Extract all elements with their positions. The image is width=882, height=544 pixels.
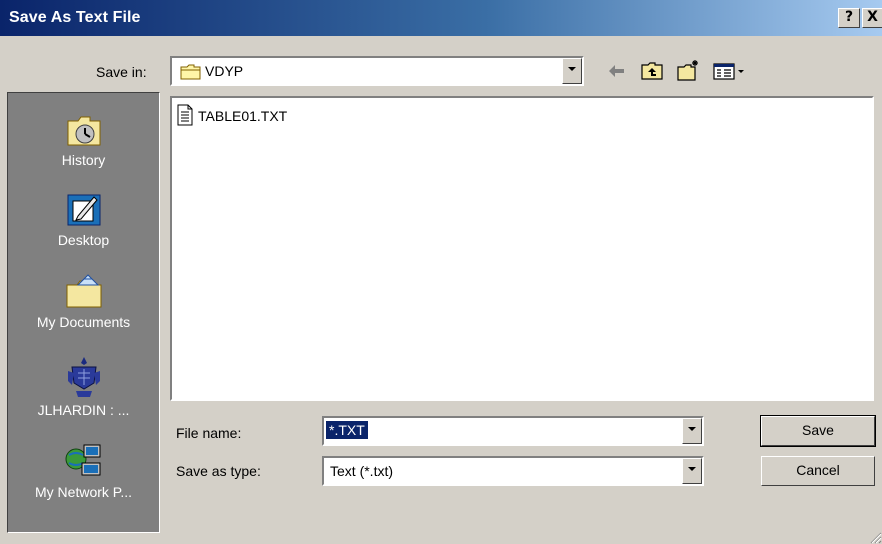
file-name-value[interactable]: *.TXT [325, 420, 369, 440]
folder-icon [180, 64, 201, 80]
save-as-type-dropdown-arrow[interactable] [682, 458, 702, 484]
place-computer[interactable]: JLHARDIN : ... [8, 355, 159, 418]
file-name-input[interactable]: *.TXT [322, 416, 704, 446]
create-new-folder-icon[interactable] [676, 58, 700, 84]
save-as-type-label: Save as type: [176, 463, 261, 479]
close-button[interactable]: X [862, 8, 882, 28]
up-one-level-icon[interactable] [640, 58, 664, 84]
network-places-icon [65, 444, 100, 476]
save-as-type-select[interactable]: Text (*.txt) [322, 456, 704, 486]
place-label: My Network P... [35, 484, 132, 500]
computer-crest-icon [67, 357, 100, 397]
place-history[interactable]: History [8, 111, 159, 168]
save-as-type-value: Text (*.txt) [330, 463, 394, 479]
title-bar[interactable]: Save As Text File ? X [0, 0, 882, 36]
place-label: My Documents [36, 314, 131, 330]
file-name: TABLE01.TXT [198, 108, 288, 124]
help-icon: ? [844, 9, 854, 25]
place-label: JLHARDIN : ... [37, 402, 130, 418]
save-button[interactable]: Save [760, 415, 876, 447]
place-label: History [61, 152, 106, 168]
place-label: Desktop [57, 232, 110, 248]
text-file-icon [177, 104, 193, 126]
resize-grip-icon[interactable] [868, 530, 882, 544]
file-list[interactable]: TABLE01.TXT [170, 96, 874, 401]
save-in-dropdown-arrow[interactable] [562, 58, 582, 84]
places-bar: History Desktop My Documents JLHARDIN : … [7, 92, 160, 533]
place-desktop[interactable]: Desktop [8, 191, 159, 248]
desktop-icon [67, 194, 100, 226]
close-icon: X [867, 9, 878, 25]
history-icon [67, 116, 100, 146]
my-documents-icon [66, 274, 101, 308]
cancel-button[interactable]: Cancel [761, 456, 875, 486]
file-name-dropdown-arrow[interactable] [682, 418, 702, 444]
window-title: Save As Text File [9, 9, 141, 26]
save-in-label: Save in: [96, 64, 147, 80]
back-arrow-icon[interactable] [604, 58, 628, 84]
view-menu-icon[interactable] [712, 58, 748, 84]
help-button[interactable]: ? [838, 8, 860, 28]
save-in-value: VDYP [205, 63, 244, 79]
place-my-documents[interactable]: My Documents [8, 271, 159, 330]
file-name-label: File name: [176, 425, 242, 441]
place-my-network-places[interactable]: My Network P... [8, 441, 159, 500]
save-in-dropdown[interactable]: VDYP [170, 56, 584, 86]
